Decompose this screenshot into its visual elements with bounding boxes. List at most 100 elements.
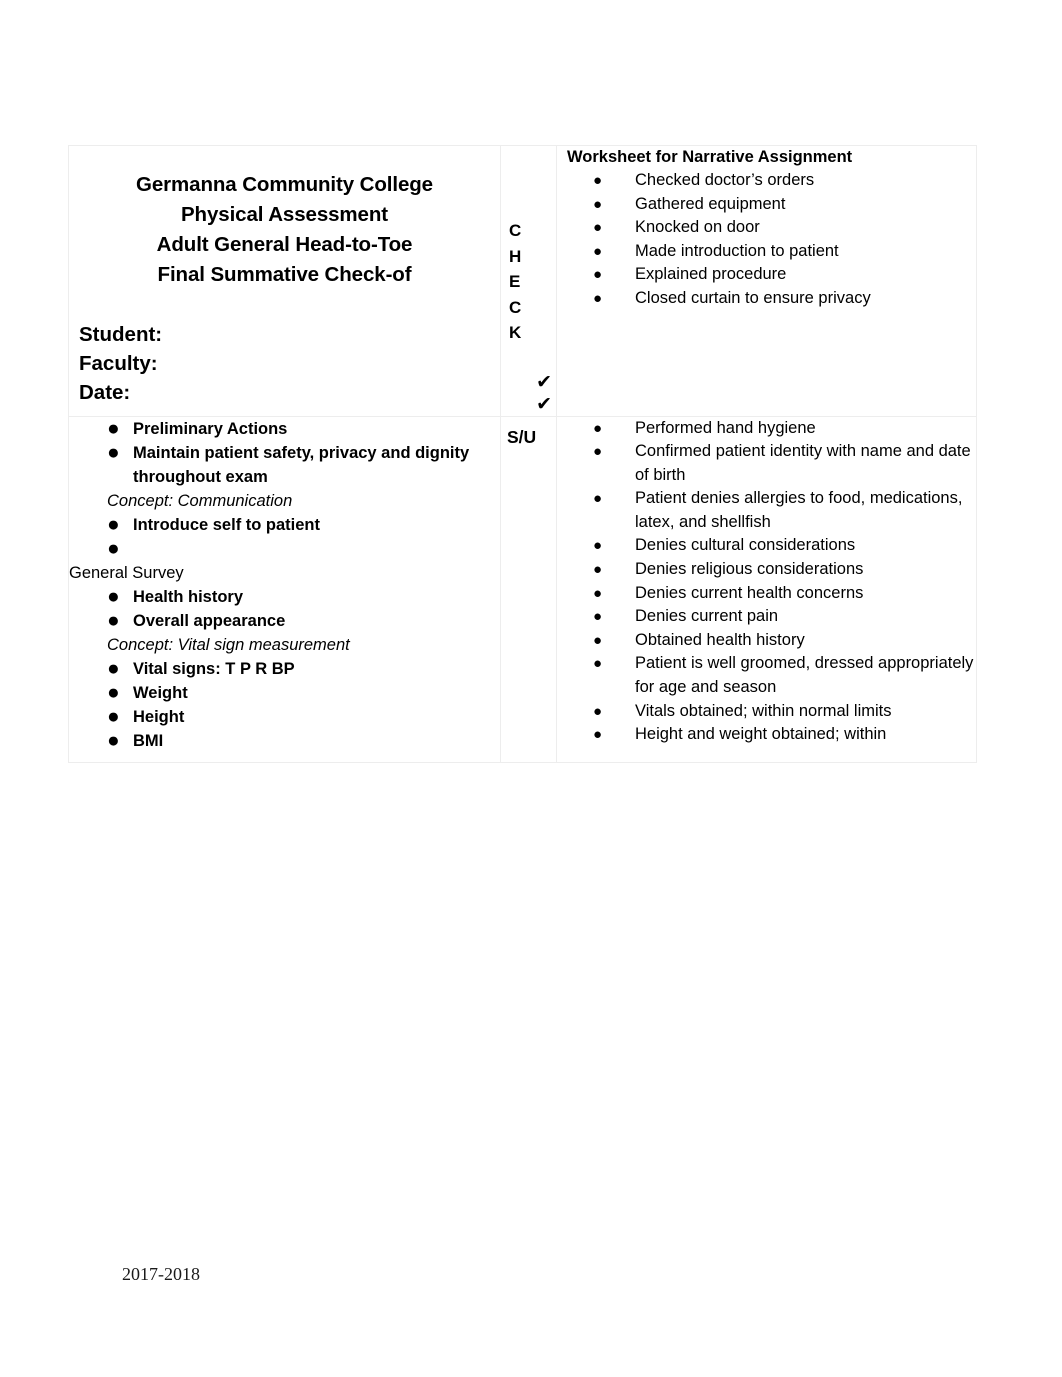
list-item-label: Gathered equipment bbox=[635, 194, 786, 213]
list-item: ● bbox=[107, 537, 500, 561]
list-item-label: Health history bbox=[133, 587, 244, 606]
list-item: ● Knocked on door bbox=[593, 216, 976, 240]
bullet-icon: ● bbox=[593, 655, 603, 673]
list-item-label: Performed hand hygiene bbox=[635, 418, 816, 437]
list-item: ● Denies cultural considerations bbox=[593, 534, 976, 558]
list-item: ● Checked doctor’s orders bbox=[593, 169, 976, 193]
bullet-icon: ● bbox=[593, 584, 603, 602]
list-item: ● Introduce self to patient bbox=[107, 513, 500, 537]
list-item-label: Denies current health concerns bbox=[635, 583, 864, 602]
field-label-faculty: Faculty: bbox=[79, 352, 158, 375]
bullet-icon: ● bbox=[593, 631, 603, 649]
list-item: ● Confirmed patient identity with name an… bbox=[593, 440, 976, 487]
list-item: ● Explained procedure bbox=[593, 263, 976, 287]
check-letter-2: H bbox=[509, 246, 522, 266]
bullet-icon: ● bbox=[107, 536, 120, 560]
title-line-2: Physical Assessment bbox=[180, 203, 388, 226]
bullet-icon: ● bbox=[107, 728, 120, 752]
checkmark-icon-1[interactable]: ✔ bbox=[501, 372, 552, 394]
list-item: ● Height bbox=[107, 705, 500, 729]
document-page: Germanna Community College Physical Asse… bbox=[0, 0, 1062, 1377]
list-item-label: Made introduction to patient bbox=[635, 241, 839, 260]
list-item: ● Made introduction to patient bbox=[593, 240, 976, 264]
list-item: ● Vitals obtained; within normal limits bbox=[593, 700, 976, 724]
bullet-icon: ● bbox=[593, 289, 603, 307]
checkmark-group: ✔ ✔ bbox=[501, 372, 556, 416]
list-item-label: Introduce self to patient bbox=[133, 515, 321, 534]
su-column-label: S/U bbox=[507, 426, 537, 447]
bullet-icon: ● bbox=[107, 512, 120, 536]
cell-title-block: Germanna Community College Physical Asse… bbox=[68, 145, 501, 417]
bullet-icon: ● bbox=[593, 702, 603, 720]
narrative-bullet-list: ● Performed hand hygiene ● Confirmed patie… bbox=[558, 417, 976, 747]
bullet-icon: ● bbox=[593, 419, 603, 437]
list-item: ● Overall appearance bbox=[107, 609, 500, 633]
bullet-icon: ● bbox=[107, 608, 120, 632]
skills-bullet-list-top: ● Preliminary Actions ● Maintain patient s… bbox=[70, 417, 500, 489]
section-label-general-survey: General Survey bbox=[69, 563, 184, 582]
list-item: ● Health history bbox=[107, 585, 500, 609]
list-item-label: Obtained health history bbox=[635, 630, 805, 649]
list-item-label: Maintain patient safety, privacy and dig… bbox=[133, 443, 470, 486]
bullet-icon: ● bbox=[593, 242, 603, 260]
list-item-label: Weight bbox=[133, 683, 188, 702]
list-item-label: Denies current pain bbox=[635, 607, 779, 626]
bullet-icon: ● bbox=[593, 443, 603, 461]
list-item-label: Checked doctor’s orders bbox=[635, 171, 815, 189]
cell-skills-checklist: ● Preliminary Actions ● Maintain patient s… bbox=[68, 415, 501, 763]
bullet-icon: ● bbox=[593, 195, 603, 213]
worksheet-heading: Worksheet for Narrative Assignment bbox=[567, 148, 853, 166]
cell-worksheet-narrative: Worksheet for Narrative Assignment ● Chec… bbox=[556, 145, 977, 417]
list-item: ● Maintain patient safety, privacy and di… bbox=[107, 441, 500, 489]
list-item: ● Weight bbox=[107, 681, 500, 705]
list-item: ● Obtained health history bbox=[593, 629, 976, 653]
check-letter-5: K bbox=[509, 323, 522, 342]
list-item: ● Vital signs: T P R BP bbox=[107, 657, 500, 681]
list-item-label: Patient is well groomed, dressed appropr… bbox=[635, 654, 974, 697]
check-vertical-label: C H E C K bbox=[501, 146, 556, 346]
list-item-label: Knocked on door bbox=[635, 218, 760, 237]
worksheet-bullet-list: ● Checked doctor’s orders ● Gathered equip… bbox=[557, 169, 976, 311]
check-letter-4: C bbox=[509, 297, 522, 317]
skills-bullet-list-survey: ● Health history ● Overall appearance bbox=[70, 585, 500, 633]
list-item-label: Height and weight obtained; within bbox=[635, 725, 887, 744]
list-item: ● Height and weight obtained; within bbox=[593, 723, 976, 747]
title-line-3: Adult General Head-to-Toe bbox=[156, 233, 413, 256]
bullet-icon: ● bbox=[593, 172, 603, 189]
field-label-student: Student: bbox=[79, 323, 163, 346]
page-title: Germanna Community College Physical Asse… bbox=[69, 146, 500, 290]
list-item-label: Explained procedure bbox=[635, 265, 787, 284]
cell-su-column: S/U bbox=[500, 415, 557, 763]
list-item: ● Denies current health concerns bbox=[593, 582, 976, 606]
table-row-header: Germanna Community College Physical Asse… bbox=[68, 145, 977, 417]
bullet-icon: ● bbox=[593, 608, 603, 626]
list-item-label: Preliminary Actions bbox=[133, 419, 288, 438]
list-item: ● Patient denies allergies to food, medic… bbox=[593, 487, 976, 534]
field-label-date: Date: bbox=[79, 381, 131, 404]
list-item-label: Patient denies allergies to food, medica… bbox=[635, 489, 963, 531]
list-item-label: Overall appearance bbox=[133, 611, 286, 630]
title-line-1: Germanna Community College bbox=[136, 173, 433, 196]
bullet-icon: ● bbox=[107, 704, 120, 728]
bullet-icon: ● bbox=[107, 440, 120, 464]
bullet-icon: ● bbox=[107, 680, 120, 704]
identification-fields: Student: Faculty: Date: bbox=[69, 320, 500, 407]
bullet-icon: ● bbox=[593, 266, 603, 284]
list-item: ● Closed curtain to ensure privacy bbox=[593, 287, 976, 311]
bullet-icon: ● bbox=[107, 584, 120, 608]
list-item: ● Patient is well groomed, dressed approp… bbox=[593, 652, 976, 699]
footer-academic-year: 2017-2018 bbox=[122, 1264, 200, 1284]
assessment-checkoff-table: Germanna Community College Physical Asse… bbox=[68, 145, 977, 763]
list-item: ● Preliminary Actions bbox=[107, 417, 500, 441]
concept-label-vital-signs: Concept: Vital sign measurement bbox=[107, 635, 350, 654]
list-item-label: Closed curtain to ensure privacy bbox=[635, 288, 871, 307]
bullet-icon: ● bbox=[593, 726, 603, 744]
bullet-icon: ● bbox=[593, 537, 603, 555]
list-item-label: BMI bbox=[133, 731, 164, 750]
check-letter-1: C bbox=[509, 221, 522, 240]
bullet-icon: ● bbox=[107, 656, 120, 680]
skills-bullet-list-vitals: ● Vital signs: T P R BP ● Weight ● Height ●… bbox=[70, 657, 500, 753]
bullet-icon: ● bbox=[593, 219, 603, 237]
checkmark-icon-2[interactable]: ✔ bbox=[501, 394, 552, 416]
bullet-icon: ● bbox=[107, 416, 120, 440]
